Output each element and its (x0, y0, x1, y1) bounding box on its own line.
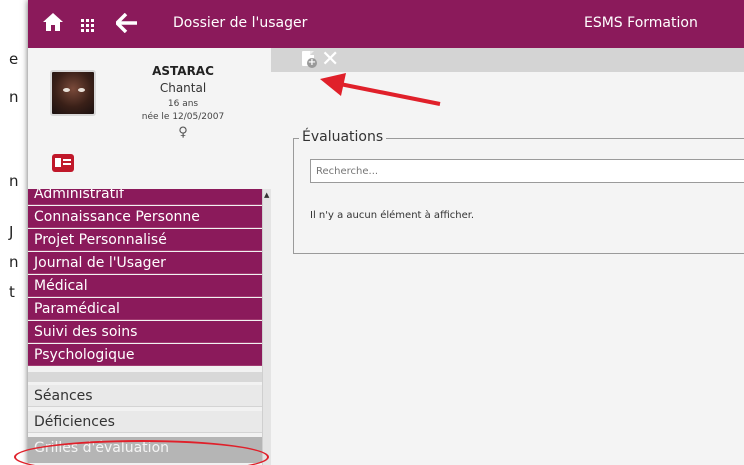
sidebar-menu: Administratif Connaissance Personne Proj… (28, 189, 262, 465)
user-first-name: Chantal (159, 81, 207, 95)
menu-item-administratif[interactable]: Administratif (28, 189, 262, 205)
add-document-icon[interactable]: + (299, 50, 319, 70)
background-document-strip: e n n J n t (0, 0, 28, 465)
menu-item-paramedical[interactable]: Paramédical (28, 298, 262, 320)
empty-message: Il n'y a aucun élément à afficher. (310, 210, 475, 221)
organization-name: ESMS Formation (584, 15, 698, 31)
strip-char: J (9, 223, 14, 241)
id-card-icon[interactable] (52, 154, 74, 172)
menu-item-journal-usager[interactable]: Journal de l'Usager (28, 252, 262, 274)
page-title: Dossier de l'usager (173, 15, 308, 31)
app-window: Dossier de l'usager ESMS Formation ASTAR… (28, 0, 744, 465)
strip-char: n (9, 172, 19, 190)
strip-char: n (9, 88, 19, 106)
user-profile: ASTARAC Chantal 16 ans née le 12/05/2007… (28, 48, 271, 189)
main-content: Évaluations Il n'y a aucun élément à aff… (271, 72, 744, 465)
female-icon: ♀ (178, 125, 188, 140)
strip-char: e (9, 50, 19, 68)
evaluations-legend: Évaluations (299, 129, 387, 145)
menu-item-seances[interactable]: Séances (28, 385, 262, 407)
search-input[interactable] (310, 159, 744, 183)
strip-char: n (9, 253, 19, 271)
user-age: 16 ans (167, 99, 199, 109)
strip-char: t (9, 283, 15, 301)
menu-item-psychologique[interactable]: Psychologique (28, 344, 262, 366)
home-icon[interactable] (42, 12, 64, 37)
avatar (50, 70, 96, 116)
action-toolbar: + ✕ (271, 48, 744, 72)
menu-item-deficiences[interactable]: Déficiences (28, 411, 262, 433)
sidebar: ASTARAC Chantal 16 ans née le 12/05/2007… (28, 48, 271, 465)
evaluations-panel: Évaluations Il n'y a aucun élément à aff… (293, 129, 744, 254)
top-bar: Dossier de l'usager ESMS Formation (28, 0, 744, 48)
menu-item-suivi-soins[interactable]: Suivi des soins (28, 321, 262, 343)
close-icon[interactable]: ✕ (321, 49, 341, 71)
user-birth-date: née le 12/05/2007 (141, 112, 225, 122)
menu-item-projet-personnalise[interactable]: Projet Personnalisé (28, 229, 262, 251)
back-arrow-icon[interactable] (114, 12, 138, 38)
scroll-up-icon[interactable]: ▲ (264, 191, 269, 199)
menu-item-connaissance-personne[interactable]: Connaissance Personne (28, 206, 262, 228)
user-last-name: ASTARAC (152, 64, 214, 78)
grid-icon[interactable] (81, 16, 95, 38)
sidebar-scrollbar[interactable]: ▲ (262, 189, 271, 465)
menu-item-medical[interactable]: Médical (28, 275, 262, 297)
